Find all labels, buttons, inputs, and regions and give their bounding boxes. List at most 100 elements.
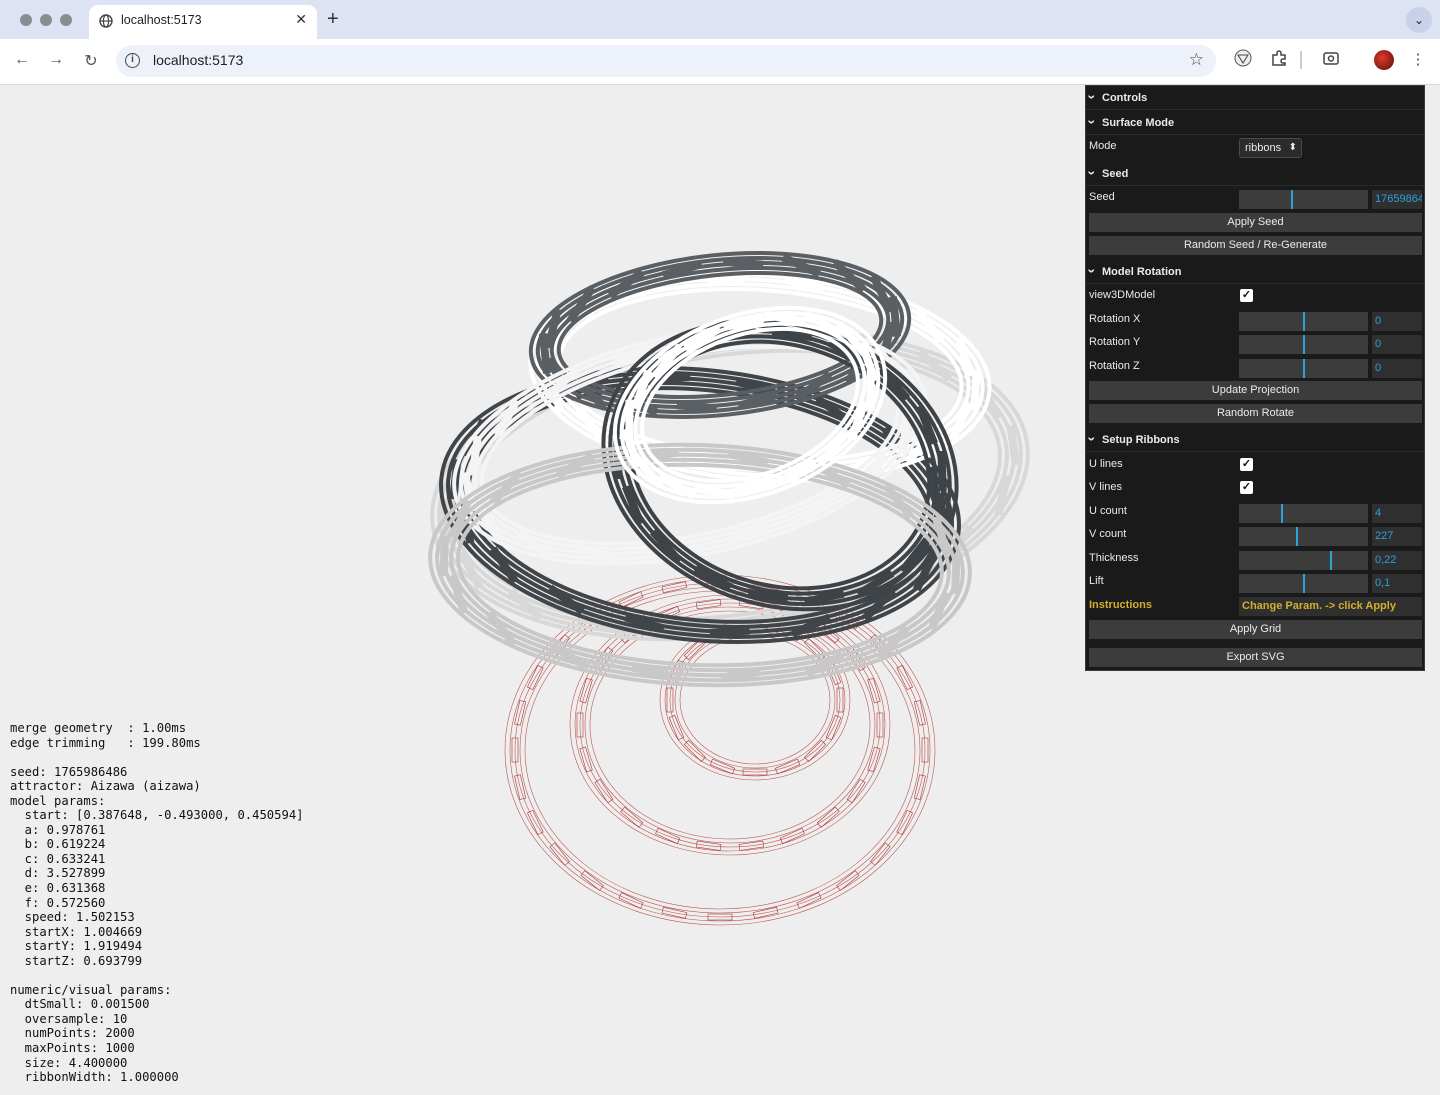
close-window-icon[interactable] — [20, 14, 32, 26]
export-svg-button[interactable]: Export SVG — [1089, 648, 1422, 667]
stats-line: edge trimming : 199.80ms — [10, 735, 201, 750]
stats-line: ribbonWidth: 1.000000 — [10, 1070, 179, 1085]
stats-line: d: 3.527899 — [10, 866, 106, 881]
slider-handle[interactable] — [1291, 190, 1294, 209]
stats-line: dtSmall: 0.001500 — [10, 997, 150, 1012]
back-icon[interactable]: ← — [12, 51, 32, 69]
projection-ring — [669, 627, 841, 773]
u-count-slider[interactable] — [1239, 504, 1368, 523]
slider-handle[interactable] — [1302, 359, 1305, 378]
globe-icon — [99, 14, 113, 28]
rotation-z-input[interactable]: 0 — [1372, 359, 1422, 378]
stats-line: speed: 1.502153 — [10, 910, 135, 925]
lift-slider[interactable] — [1239, 574, 1368, 593]
u-lines-label: U lines — [1089, 458, 1123, 470]
slider-handle[interactable] — [1280, 504, 1283, 523]
mode-row: Mode ribbons — [1086, 136, 1424, 159]
lift-row: Lift 0,1 — [1086, 571, 1424, 594]
info-icon[interactable]: i — [125, 53, 140, 68]
setup-ribbons-folder[interactable]: Setup Ribbons — [1086, 428, 1424, 452]
update-projection-button[interactable]: Update Projection — [1089, 381, 1422, 400]
address-bar[interactable]: i localhost:5173 ☆ — [116, 45, 1216, 77]
seed-folder[interactable]: Seed — [1086, 162, 1424, 186]
rotation-z-label: Rotation Z — [1089, 360, 1140, 372]
avatar[interactable] — [1374, 50, 1394, 70]
rotation-x-input[interactable]: 0 — [1372, 312, 1422, 331]
v-count-input[interactable]: 227 — [1372, 527, 1422, 546]
controls-panel: Controls Surface Mode Mode ribbons Seed … — [1085, 85, 1425, 671]
u-lines-row: U lines ✓ — [1086, 454, 1424, 477]
projection-ring — [589, 610, 871, 840]
projection-ring — [674, 631, 836, 769]
controls-title[interactable]: Controls — [1086, 86, 1424, 110]
close-icon[interactable]: ✕ — [295, 11, 307, 28]
projection-ring — [679, 635, 831, 765]
random-rotate-button[interactable]: Random Rotate — [1089, 404, 1422, 423]
star-icon[interactable]: ☆ — [1189, 50, 1204, 70]
ribbon-crossbar — [937, 450, 947, 492]
view3d-checkbox[interactable]: ✓ — [1240, 289, 1253, 302]
surface-mode-folder[interactable]: Surface Mode — [1086, 111, 1424, 135]
stats-line: maxPoints: 1000 — [10, 1041, 135, 1056]
instructions-row: Instructions Change Param. -> click Appl… — [1086, 595, 1424, 618]
stats-line: startX: 1.004669 — [10, 924, 143, 939]
stats-line: f: 0.572560 — [10, 895, 106, 910]
v-lines-checkbox[interactable]: ✓ — [1240, 481, 1253, 494]
stats-line: e: 0.631368 — [10, 881, 106, 896]
thickness-input[interactable]: 0,22 — [1372, 551, 1422, 570]
stats-line: merge geometry : 1.00ms — [10, 721, 187, 735]
v-lines-row: V lines ✓ — [1086, 477, 1424, 500]
slider-handle[interactable] — [1330, 551, 1333, 570]
slider-handle[interactable] — [1302, 335, 1305, 354]
thickness-label: Thickness — [1089, 552, 1139, 564]
minimize-window-icon[interactable] — [40, 14, 52, 26]
rotation-z-slider[interactable] — [1239, 359, 1368, 378]
seed-slider[interactable] — [1239, 190, 1368, 209]
stats-line: startY: 1.919494 — [10, 939, 143, 954]
forward-icon[interactable]: → — [46, 51, 66, 69]
chevron-down-icon[interactable]: ⌄ — [1406, 7, 1432, 33]
thickness-slider[interactable] — [1239, 551, 1368, 570]
reload-icon[interactable]: ↻ — [81, 51, 101, 71]
extension-icon[interactable] — [1232, 49, 1254, 71]
plus-icon[interactable]: + — [327, 8, 339, 30]
random-seed-button[interactable]: Random Seed / Re-Generate — [1089, 236, 1422, 255]
rotation-y-input[interactable]: 0 — [1372, 335, 1422, 354]
stats-line: b: 0.619224 — [10, 837, 106, 852]
mode-select[interactable]: ribbons — [1239, 138, 1302, 158]
menu-icon[interactable]: ⋮ — [1407, 49, 1429, 71]
slider-handle[interactable] — [1302, 312, 1305, 331]
model-rotation-folder[interactable]: Model Rotation — [1086, 260, 1424, 284]
rotation-y-row: Rotation Y 0 — [1086, 332, 1424, 355]
browser-toolbar: ← → ↻ i localhost:5173 ☆ ⋮ — [0, 39, 1440, 85]
url-text[interactable]: localhost:5173 — [153, 52, 243, 68]
rotation-x-label: Rotation X — [1089, 313, 1141, 325]
mode-label: Mode — [1089, 140, 1117, 152]
tab-title: localhost:5173 — [121, 13, 202, 27]
apply-seed-button[interactable]: Apply Seed — [1089, 213, 1422, 232]
stats-line — [10, 968, 304, 983]
slider-handle[interactable] — [1296, 527, 1299, 546]
instructions-text: Change Param. -> click Apply — [1239, 597, 1422, 616]
rotation-y-slider[interactable] — [1239, 335, 1368, 354]
browser-tab[interactable]: localhost:5173 ✕ — [89, 5, 317, 39]
browser-tab-bar: localhost:5173 ✕ + ⌄ — [0, 0, 1440, 39]
seed-input[interactable]: 1765986486 — [1372, 190, 1422, 209]
rotation-x-slider[interactable] — [1239, 312, 1368, 331]
apply-grid-button[interactable]: Apply Grid — [1089, 620, 1422, 639]
puzzle-icon[interactable] — [1268, 49, 1290, 71]
stats-line: attractor: Aizawa (aizawa) — [10, 779, 201, 794]
maximize-window-icon[interactable] — [60, 14, 72, 26]
u-count-input[interactable]: 4 — [1372, 504, 1422, 523]
seed-row: Seed 1765986486 — [1086, 187, 1424, 210]
rotation-y-label: Rotation Y — [1089, 336, 1141, 348]
stats-line: a: 0.978761 — [10, 822, 106, 837]
stats-line: oversample: 10 — [10, 1011, 128, 1026]
v-count-slider[interactable] — [1239, 527, 1368, 546]
u-lines-checkbox[interactable]: ✓ — [1240, 458, 1253, 471]
slider-handle[interactable] — [1302, 574, 1305, 593]
app-viewport: merge geometry : 1.00ms edge trimming : 1… — [0, 85, 1440, 1095]
stats-line: startZ: 0.693799 — [10, 953, 143, 968]
lift-input[interactable]: 0,1 — [1372, 574, 1422, 593]
screenshot-icon[interactable] — [1320, 49, 1342, 71]
